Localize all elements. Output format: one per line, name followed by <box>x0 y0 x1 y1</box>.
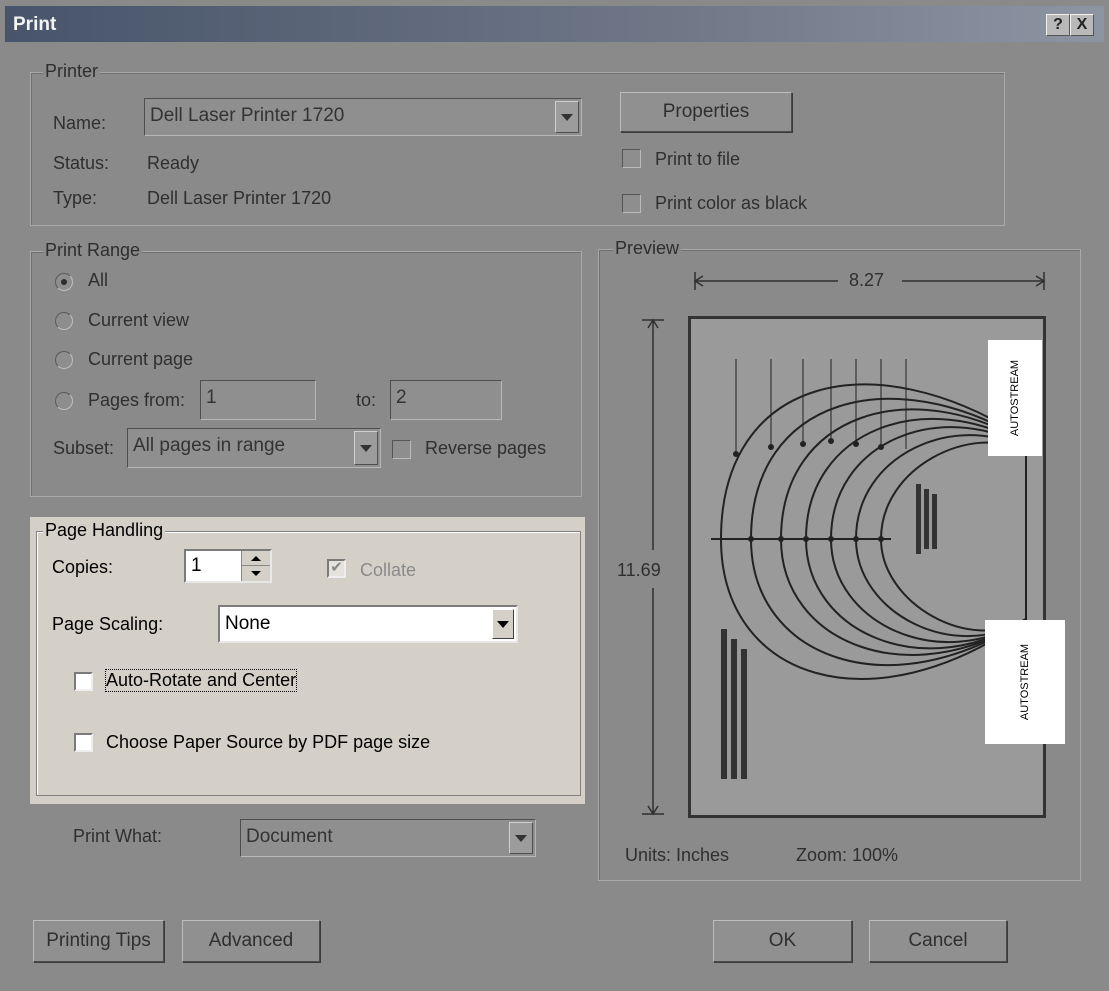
copies-input[interactable]: 1 <box>184 549 272 583</box>
units-text: Units: Inches <box>625 845 730 865</box>
type-value: Dell Laser Printer 1720 <box>147 188 332 208</box>
copies-value: 1 <box>191 555 202 576</box>
preview-legend: Preview <box>613 238 682 259</box>
status-value: Ready <box>147 153 200 173</box>
height-value: 11.69 <box>617 560 661 580</box>
type-label: Type: <box>53 188 98 208</box>
page-scaling-dropdown-button[interactable] <box>492 609 514 639</box>
autostream-label-bottom: AUTOSTREAM <box>985 620 1065 744</box>
zoom-text: Zoom: 100% <box>796 845 899 865</box>
subset-value: All pages in range <box>133 435 286 456</box>
pages-to-label: to: <box>356 390 377 410</box>
range-all-label: All <box>88 270 109 290</box>
auto-rotate-checkbox[interactable] <box>74 672 93 691</box>
help-icon: ? <box>1053 16 1063 33</box>
printer-legend: Printer <box>43 61 101 82</box>
width-value: 8.27 <box>849 270 885 290</box>
help-button[interactable]: ? <box>1046 14 1070 36</box>
print-color-as-black-checkbox[interactable] <box>622 194 641 213</box>
range-current-page-label: Current page <box>88 349 194 369</box>
print-what-dropdown-button[interactable] <box>509 822 533 854</box>
reverse-pages-checkbox[interactable] <box>392 440 411 459</box>
close-button[interactable]: X <box>1070 14 1094 36</box>
printer-name-label: Name: <box>53 113 107 133</box>
autostream-bottom-text: AUTOSTREAM <box>1019 643 1031 721</box>
dialog-title: Print <box>13 14 57 35</box>
subset-label: Subset: <box>53 438 115 458</box>
print-what-value: Document <box>246 826 333 847</box>
copies-label: Copies: <box>52 557 114 577</box>
checkmark-icon: ✔ <box>330 559 343 576</box>
range-current-view-radio[interactable] <box>55 312 73 330</box>
range-current-view-label: Current view <box>88 310 190 330</box>
reverse-pages-label: Reverse pages <box>425 438 547 458</box>
page-scaling-label: Page Scaling: <box>52 614 164 634</box>
cancel-button[interactable]: Cancel <box>869 920 1007 962</box>
range-current-page-radio[interactable] <box>55 351 73 369</box>
range-pages-radio[interactable] <box>55 392 73 410</box>
subset-select[interactable]: All pages in range <box>127 428 381 468</box>
choose-paper-source-checkbox[interactable] <box>74 733 93 752</box>
status-label: Status: <box>53 153 110 173</box>
page-handling-group: Page Handling <box>36 520 581 796</box>
chevron-down-icon <box>497 620 509 628</box>
chevron-down-icon <box>360 444 372 452</box>
advanced-button[interactable]: Advanced <box>182 920 320 962</box>
printer-dropdown-button[interactable] <box>555 101 579 133</box>
chevron-down-icon <box>561 113 573 121</box>
spin-down-icon[interactable] <box>242 566 270 580</box>
print-to-file-label: Print to file <box>655 149 741 169</box>
page-scaling-select[interactable]: None <box>218 605 518 643</box>
page-handling-legend: Page Handling <box>43 520 166 541</box>
page-handling-panel: Page Handling Copies: 1 ✔ Collate Page S… <box>30 517 585 804</box>
print-what-select[interactable]: Document <box>240 819 536 857</box>
printer-name-select[interactable]: Dell Laser Printer 1720 <box>144 98 582 136</box>
printing-tips-button[interactable]: Printing Tips <box>33 920 164 962</box>
auto-rotate-label: Auto-Rotate and Center <box>104 669 298 692</box>
pages-to-input[interactable]: 2 <box>390 380 502 420</box>
pages-from-input[interactable]: 1 <box>200 380 316 420</box>
collate-checkbox[interactable]: ✔ <box>327 559 346 578</box>
copies-spinner[interactable] <box>241 551 270 581</box>
pages-from-label: Pages from: <box>88 390 186 410</box>
autostream-label-top: AUTOSTREAM <box>988 340 1042 456</box>
collate-label: Collate <box>360 560 417 580</box>
print-to-file-checkbox[interactable] <box>622 149 641 168</box>
close-icon: X <box>1076 16 1088 33</box>
print-what-label: Print What: <box>73 826 163 846</box>
range-all-radio[interactable] <box>55 273 73 291</box>
chevron-down-icon <box>515 834 527 842</box>
print-color-as-black-label: Print color as black <box>655 193 808 213</box>
page-scaling-value: None <box>225 613 271 634</box>
title-bar: Print ? X <box>5 6 1104 42</box>
subset-dropdown-button[interactable] <box>354 431 378 465</box>
printer-name-value: Dell Laser Printer 1720 <box>150 105 345 126</box>
ok-button[interactable]: OK <box>713 920 852 962</box>
autostream-top-text: AUTOSTREAM <box>1009 359 1021 437</box>
print-dialog: Print ? X Printer Name: Dell Laser Print… <box>0 0 1109 991</box>
choose-paper-source-label: Choose Paper Source by PDF page size <box>106 732 431 752</box>
spin-up-icon[interactable] <box>242 551 270 566</box>
print-range-legend: Print Range <box>43 240 143 261</box>
properties-button[interactable]: Properties <box>620 92 792 132</box>
